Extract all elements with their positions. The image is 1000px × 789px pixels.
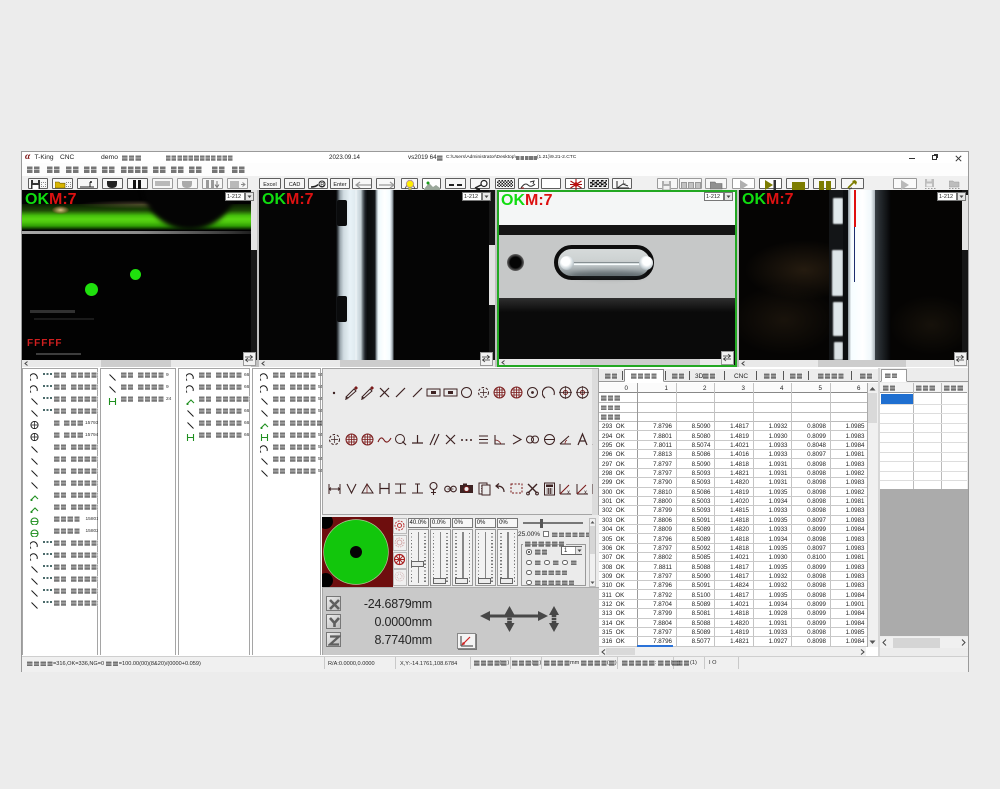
svg-text:x: x — [567, 490, 570, 496]
svg-text:L: L — [623, 180, 626, 186]
svg-text:B: B — [320, 183, 324, 189]
svg-text:x: x — [584, 490, 587, 496]
